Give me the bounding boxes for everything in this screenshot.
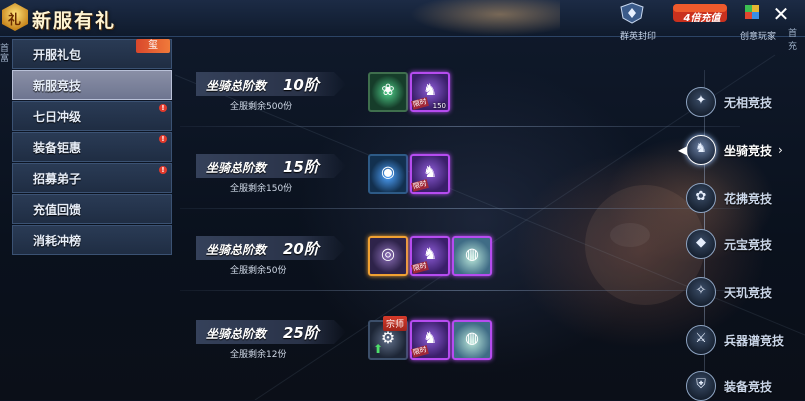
vortex-icon[interactable]: ◎ [368, 236, 408, 276]
menu-item-new-server-contest[interactable]: 新服竞技 [12, 70, 172, 100]
green-orb-icon[interactable]: ❀ [368, 72, 408, 112]
menu-item-label: 七日冲级 [33, 110, 82, 124]
notification-dot: ! [159, 104, 167, 112]
gift-emblem-icon: 礼 [2, 3, 28, 31]
menu-item-seven-day-level[interactable]: 七日冲级! [12, 101, 172, 131]
top-bar: 礼 新服有礼 群英封印 4倍充值 创意玩家 ✕ 首充 [0, 0, 805, 52]
reward-row: 坐骑总阶数 15阶 全服剩余150份 ◉ ♞ 限时 [180, 154, 740, 224]
category-tianji[interactable]: ✧ 天玑竞技 [686, 277, 801, 307]
left-menu: 开服礼包 新服竞技 七日冲级! 装备钜惠! 招募弟子! 充值回馈 消耗冲榜 [12, 39, 172, 256]
menu-item-label: 消耗冲榜 [33, 234, 82, 248]
selected-bracket-icon: › [778, 143, 783, 157]
category-icon: ◆ [686, 229, 716, 259]
row-title: 坐骑总阶数 [206, 243, 267, 257]
up-arrow-icon: ⬆ [373, 342, 384, 356]
shield-icon[interactable]: 群英封印 [618, 2, 658, 42]
menu-item-recruit-disciple[interactable]: 招募弟子! [12, 163, 172, 193]
category-icon: ⚔ [686, 325, 716, 355]
first-recharge-tag[interactable]: 首充 [788, 26, 805, 52]
category-yuanbao[interactable]: ◆ 元宝竞技 [686, 229, 801, 259]
row-remaining: 全服剩余50份 [230, 266, 287, 276]
menu-badge: 玺 [136, 39, 170, 53]
row-divider [180, 208, 740, 209]
row-title: 坐骑总阶数 [206, 327, 267, 341]
category-wuxiang[interactable]: ✦ 无相竞技 [686, 87, 801, 117]
category-icon: ✦ [686, 87, 716, 117]
selected-arrow-icon: ◀ [678, 143, 688, 157]
mount-icon[interactable]: ♞ 限时 [410, 236, 450, 276]
reward-row: 坐骑总阶数 20阶 全服剩余50份 ◎ ♞ 限时 ◍ [180, 236, 740, 306]
menu-item-equipment-deal[interactable]: 装备钜惠! [12, 132, 172, 162]
category-icon: ⛨ [686, 371, 716, 401]
row-level: 10阶 [283, 76, 319, 94]
notification-dot: ! [159, 166, 167, 174]
menu-item-label: 新服竞技 [33, 79, 82, 93]
row-level: 20阶 [283, 240, 319, 258]
reward-row: 坐骑总阶数 25阶 全服剩余12份 ⚙ ⬆ 宗师 ♞ 限时 ◍ [180, 316, 550, 390]
row-level: 15阶 [283, 158, 319, 176]
category-icon: ✿ [686, 183, 716, 213]
row-remaining: 全服剩余12份 [230, 350, 287, 360]
peach-icon[interactable]: ◍ [452, 236, 492, 276]
peach-icon[interactable]: ◍ [452, 320, 492, 360]
master-badge: 宗师 [383, 316, 408, 331]
row-divider [180, 290, 740, 291]
top-character-art [410, 0, 560, 36]
left-edge-tag: 首富 [0, 44, 10, 64]
category-equipment[interactable]: ⛨ 装备竞技 [686, 371, 801, 401]
category-weapon[interactable]: ⚔ 兵器谱竞技 [686, 325, 801, 355]
category-mount[interactable]: ♞ 坐骑竞技 [686, 135, 801, 165]
close-button[interactable]: ✕ [770, 3, 792, 25]
menu-item-recharge-reward[interactable]: 充值回馈 [12, 194, 172, 224]
mount-icon[interactable]: ♞ 限时 150 [410, 72, 450, 112]
row-title: 坐骑总阶数 [206, 161, 267, 175]
row-remaining: 全服剩余500份 [230, 102, 293, 112]
menu-item-label: 招募弟子 [33, 172, 82, 186]
mount-icon[interactable]: ♞ 限时 [410, 154, 450, 194]
menu-item-label: 装备钜惠 [33, 141, 82, 155]
notification-dot: ! [159, 135, 167, 143]
menu-item-label: 开服礼包 [33, 48, 82, 62]
page-title: 新服有礼 [32, 10, 117, 32]
category-icon: ✧ [686, 277, 716, 307]
blue-orb-icon[interactable]: ◉ [368, 154, 408, 194]
menu-item-label: 充值回馈 [33, 203, 82, 217]
row-remaining: 全服剩余150份 [230, 184, 293, 194]
row-divider [180, 126, 740, 127]
row-title: 坐骑总阶数 [206, 79, 267, 93]
row-level: 25阶 [283, 324, 319, 342]
reward-row: 坐骑总阶数 10阶 全服剩余500份 ❀ ♞ 限时 150 [180, 72, 740, 142]
category-huafu[interactable]: ✿ 花拂竞技 [686, 183, 801, 213]
mount-icon[interactable]: ♞ 限时 [410, 320, 450, 360]
mount-category-icon: ♞ [686, 135, 716, 165]
recharge-icon[interactable]: 4倍充值 [672, 2, 732, 34]
menu-item-consume-ranking[interactable]: 消耗冲榜 [12, 225, 172, 255]
